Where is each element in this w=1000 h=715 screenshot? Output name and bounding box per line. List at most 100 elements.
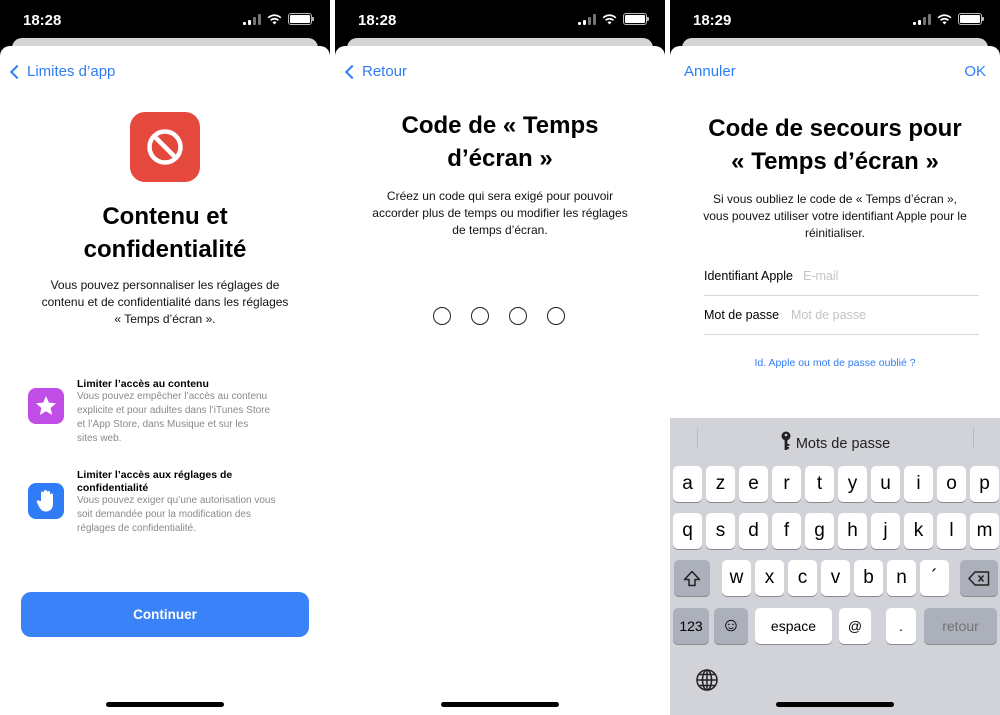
nav-bar: Limites d’app bbox=[0, 60, 330, 84]
status-time: 18:28 bbox=[358, 12, 397, 29]
passcode-dot bbox=[509, 307, 527, 325]
star-icon bbox=[28, 388, 64, 424]
shift-key[interactable] bbox=[674, 560, 710, 596]
key-u[interactable]: u bbox=[871, 466, 900, 502]
at-key[interactable]: @ bbox=[839, 608, 871, 644]
forgot-credentials-link[interactable]: Id. Apple ou mot de passe oublié ? bbox=[670, 357, 1000, 369]
home-indicator[interactable] bbox=[776, 702, 894, 707]
page-title: Code de « Temps d’écran » bbox=[401, 112, 599, 172]
ok-button[interactable]: OK bbox=[964, 63, 986, 80]
sheet: Retour Code de « Temps d’écran » Créez u… bbox=[335, 46, 665, 715]
battery-icon bbox=[288, 13, 314, 25]
emoji-key[interactable]: ☺ bbox=[714, 608, 748, 644]
screen-recovery: 18:29 Annuler OK Code de secours pour « … bbox=[670, 0, 1000, 715]
cellular-signal-icon bbox=[913, 13, 931, 25]
prohibited-icon bbox=[130, 112, 200, 182]
key-accent[interactable]: ´ bbox=[920, 560, 949, 596]
field-label: Mot de passe bbox=[704, 308, 780, 322]
cellular-signal-icon bbox=[578, 13, 596, 25]
field-label: Identifiant Apple bbox=[704, 269, 793, 283]
page-description: Créez un code qui sera exigé pour pouvoi… bbox=[372, 189, 628, 237]
sheet: Annuler OK Code de secours pour « Temps … bbox=[670, 46, 1000, 715]
delete-key[interactable] bbox=[960, 560, 998, 596]
key-f[interactable]: f bbox=[772, 513, 801, 549]
email-input[interactable]: E-mail bbox=[803, 269, 838, 283]
back-button[interactable]: Retour bbox=[344, 63, 407, 80]
chevron-left-icon bbox=[344, 64, 360, 79]
key-n[interactable]: n bbox=[887, 560, 916, 596]
chevron-left-icon bbox=[9, 64, 25, 79]
space-key[interactable]: espace bbox=[755, 608, 832, 644]
passcode-dot bbox=[471, 307, 489, 325]
back-label: Retour bbox=[362, 63, 408, 80]
page-description: Vous pouvez personnaliser les réglages d… bbox=[41, 278, 289, 326]
nav-bar: Retour bbox=[335, 60, 665, 84]
key-j[interactable]: j bbox=[871, 513, 900, 549]
wifi-icon bbox=[267, 13, 282, 24]
back-button[interactable]: Limites d’app bbox=[9, 63, 115, 80]
key-t[interactable]: t bbox=[805, 466, 834, 502]
password-input[interactable]: Mot de passe bbox=[791, 308, 866, 322]
key-w[interactable]: w bbox=[722, 560, 751, 596]
key-g[interactable]: g bbox=[805, 513, 834, 549]
globe-icon[interactable] bbox=[695, 668, 719, 692]
passcode-input[interactable] bbox=[433, 307, 565, 325]
status-bar: 18:28 bbox=[0, 0, 330, 40]
cellular-signal-icon bbox=[243, 13, 261, 25]
passwords-suggestion[interactable]: Mots de passe bbox=[670, 431, 1000, 452]
key-p[interactable]: p bbox=[970, 466, 999, 502]
battery-icon bbox=[623, 13, 649, 25]
key-z[interactable]: z bbox=[706, 466, 735, 502]
page-title: Contenu et confidentialité bbox=[83, 203, 247, 263]
status-bar: 18:28 bbox=[335, 0, 665, 40]
wifi-icon bbox=[937, 13, 952, 24]
status-time: 18:28 bbox=[23, 12, 62, 29]
nav-bar: Annuler OK bbox=[670, 60, 1000, 84]
feature-description: Vous pouvez empêcher l’accès au contenu … bbox=[77, 391, 271, 444]
key-a[interactable]: a bbox=[673, 466, 702, 502]
key-d[interactable]: d bbox=[739, 513, 768, 549]
passcode-dot bbox=[433, 307, 451, 325]
home-indicator[interactable] bbox=[106, 702, 224, 707]
key-r[interactable]: r bbox=[772, 466, 801, 502]
dot-key[interactable]: . bbox=[886, 608, 916, 644]
delete-icon bbox=[968, 570, 990, 586]
keyboard: Mots de passe azertyuiop qsdfghjklm wxcvbn… bbox=[670, 418, 1000, 715]
key-k[interactable]: k bbox=[904, 513, 933, 549]
status-time: 18:29 bbox=[693, 12, 732, 29]
screen-passcode: 18:28 Retour Code de « Temps d’écran » C… bbox=[335, 0, 665, 715]
hand-icon bbox=[28, 483, 64, 519]
password-field[interactable]: Mot de passe Mot de passe bbox=[704, 296, 979, 335]
key-i[interactable]: i bbox=[904, 466, 933, 502]
numbers-key[interactable]: 123 bbox=[673, 608, 709, 644]
passcode-dot bbox=[547, 307, 565, 325]
key-s[interactable]: s bbox=[706, 513, 735, 549]
battery-icon bbox=[958, 13, 984, 25]
sheet: Limites d’app Contenu et confidentialité… bbox=[0, 46, 330, 715]
key-l[interactable]: l bbox=[937, 513, 966, 549]
apple-id-field[interactable]: Identifiant Apple E-mail bbox=[704, 257, 979, 296]
key-o[interactable]: o bbox=[937, 466, 966, 502]
continue-button[interactable]: Continuer bbox=[21, 592, 309, 637]
key-y[interactable]: y bbox=[838, 466, 867, 502]
feature-title: Limiter l’accès au contenu bbox=[77, 378, 209, 390]
page-description: Si vous oubliez le code de « Temps d’écr… bbox=[703, 192, 967, 240]
screen-content-privacy: 18:28 Limites d’app Contenu et confident… bbox=[0, 0, 330, 715]
key-e[interactable]: e bbox=[739, 466, 768, 502]
return-key[interactable]: retour bbox=[924, 608, 997, 644]
back-label: Limites d’app bbox=[27, 63, 116, 80]
key-b[interactable]: b bbox=[854, 560, 883, 596]
feature-description: Vous pouvez exiger qu’une autorisation v… bbox=[77, 495, 276, 534]
key-x[interactable]: x bbox=[755, 560, 784, 596]
key-c[interactable]: c bbox=[788, 560, 817, 596]
key-icon bbox=[781, 431, 791, 450]
key-v[interactable]: v bbox=[821, 560, 850, 596]
shift-icon bbox=[683, 570, 701, 586]
cancel-button[interactable]: Annuler bbox=[684, 63, 736, 80]
key-q[interactable]: q bbox=[673, 513, 702, 549]
keyboard-suggestion-bar: Mots de passe bbox=[670, 418, 1000, 460]
key-m[interactable]: m bbox=[970, 513, 999, 549]
page-title: Code de secours pour « Temps d’écran » bbox=[708, 115, 962, 175]
home-indicator[interactable] bbox=[441, 702, 559, 707]
key-h[interactable]: h bbox=[838, 513, 867, 549]
